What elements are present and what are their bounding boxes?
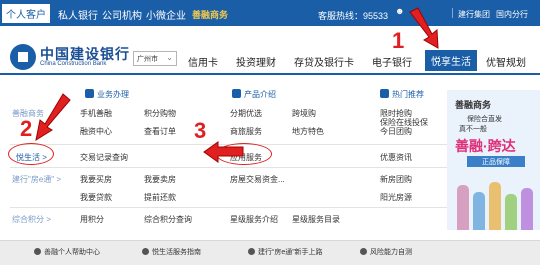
ad-title: 善融商务: [455, 100, 492, 110]
shanrong-link[interactable]: 善融商务: [192, 8, 228, 21]
footer-guide[interactable]: 悦生活服务指南: [142, 247, 201, 257]
city-value: 广州市: [137, 56, 158, 63]
link-travel-service[interactable]: 商旅服务: [230, 126, 262, 137]
ad-line2: 真不一般: [459, 126, 487, 133]
shield-icon: [360, 248, 367, 255]
annotation-number-3: 3: [194, 118, 207, 143]
annotation-number-1: 1: [392, 28, 405, 53]
section-business: 业务办理: [85, 89, 129, 100]
domestic-branch-link[interactable]: 国内分行: [496, 9, 528, 20]
tab-corporate[interactable]: 公司机构: [102, 7, 142, 22]
nav-planning[interactable]: 优智规划: [486, 54, 526, 69]
person-image: [473, 192, 485, 230]
city-select[interactable]: 广州市 ⌄: [133, 51, 177, 66]
annotation-number-2: 2: [20, 116, 33, 141]
person-image: [457, 185, 469, 230]
link-points-query[interactable]: 综合积分查询: [144, 214, 192, 225]
link-points-shopping[interactable]: 积分购物: [144, 108, 176, 119]
link-star-catalog[interactable]: 星级服务目录: [292, 214, 340, 225]
chevron-down-icon: ⌄: [166, 53, 173, 62]
annotation-circle-2: [8, 143, 54, 165]
footer-help[interactable]: 善融个人帮助中心: [34, 247, 100, 257]
link-apply-loan[interactable]: 我要贷款: [80, 192, 112, 203]
ad-button[interactable]: 正品保障: [467, 156, 525, 167]
divider: [10, 167, 455, 168]
ad-line1: 保险合直发: [467, 116, 502, 123]
hotline-text: 客服热线：95533: [318, 11, 389, 21]
ccb-logo-icon: [10, 44, 36, 70]
nav-yuexiang-life[interactable]: 悦享生活: [425, 50, 477, 71]
link-view-orders[interactable]: 查看订单: [144, 126, 176, 137]
tab-small-business[interactable]: 小微企业: [146, 7, 186, 22]
top-bar: 个人客户 私人银行 公司机构 小微企业 善融商务 客服热线：95533 ☻ 建行…: [0, 0, 540, 26]
link-new-house-group[interactable]: 新房团购: [380, 174, 412, 185]
nav-investment[interactable]: 投资理财: [236, 54, 276, 69]
link-local-specialty[interactable]: 地方特色: [292, 126, 324, 137]
link-discount-info[interactable]: 优惠资讯: [380, 152, 412, 163]
person-image: [521, 188, 533, 230]
tab-personal[interactable]: 个人客户: [2, 4, 50, 23]
divider: [10, 207, 455, 208]
link-star-intro[interactable]: 星级服务介绍: [230, 214, 278, 225]
link-buy-house[interactable]: 我要买房: [80, 174, 112, 185]
tab-private-banking[interactable]: 私人银行: [58, 7, 98, 22]
thumbs-up-icon: [380, 89, 389, 98]
link-financing-center[interactable]: 融资中心: [80, 126, 112, 137]
nav-e-banking[interactable]: 电子银行: [372, 54, 412, 69]
logo-english: China Construction Bank: [40, 61, 107, 67]
link-installment[interactable]: 分期优选: [230, 108, 262, 119]
ad-slogan: 善融·跨达: [455, 138, 516, 154]
promo-banner[interactable]: 善融商务 保险合直发 真不一般 善融·跨达 正品保障: [447, 90, 540, 230]
link-group-buy[interactable]: 今日团购: [380, 126, 412, 137]
annotation-circle-3: [216, 143, 272, 165]
link-transaction-query[interactable]: 交易记录查询: [80, 152, 128, 163]
user-icon[interactable]: ☻: [395, 6, 404, 16]
help-icon: [34, 248, 41, 255]
section-products: 产品介绍: [232, 89, 276, 100]
business-icon: [85, 89, 94, 98]
footer-risk-test[interactable]: 风险能力自测: [360, 247, 412, 257]
link-use-points[interactable]: 用积分: [80, 214, 104, 225]
link-early-repay[interactable]: 提前还款: [144, 192, 176, 203]
flag-icon: [248, 248, 255, 255]
category-points[interactable]: 综合积分 >: [12, 214, 51, 225]
footer-house-newbie[interactable]: 建行“房e通”新手上路: [248, 247, 323, 257]
person-image: [489, 182, 501, 230]
category-house[interactable]: 建行"房e通" >: [12, 174, 61, 185]
person-image: [505, 194, 517, 230]
nav-deposit-loan[interactable]: 存贷及银行卡: [294, 54, 354, 69]
link-house-funds[interactable]: 房屋交易资金...: [230, 174, 285, 185]
products-icon: [232, 89, 241, 98]
link-cross-border[interactable]: 跨境购: [292, 108, 316, 119]
link-sell-house[interactable]: 我要卖房: [144, 174, 176, 185]
info-icon: [142, 248, 149, 255]
link-sunshine-house[interactable]: 阳光房源: [380, 192, 412, 203]
nav-credit-card[interactable]: 信用卡: [188, 54, 218, 69]
ccb-group-link[interactable]: 建行集团: [458, 9, 490, 20]
link-mobile-shanrong[interactable]: 手机善融: [80, 108, 112, 119]
section-hot: 热门推荐: [380, 89, 424, 100]
